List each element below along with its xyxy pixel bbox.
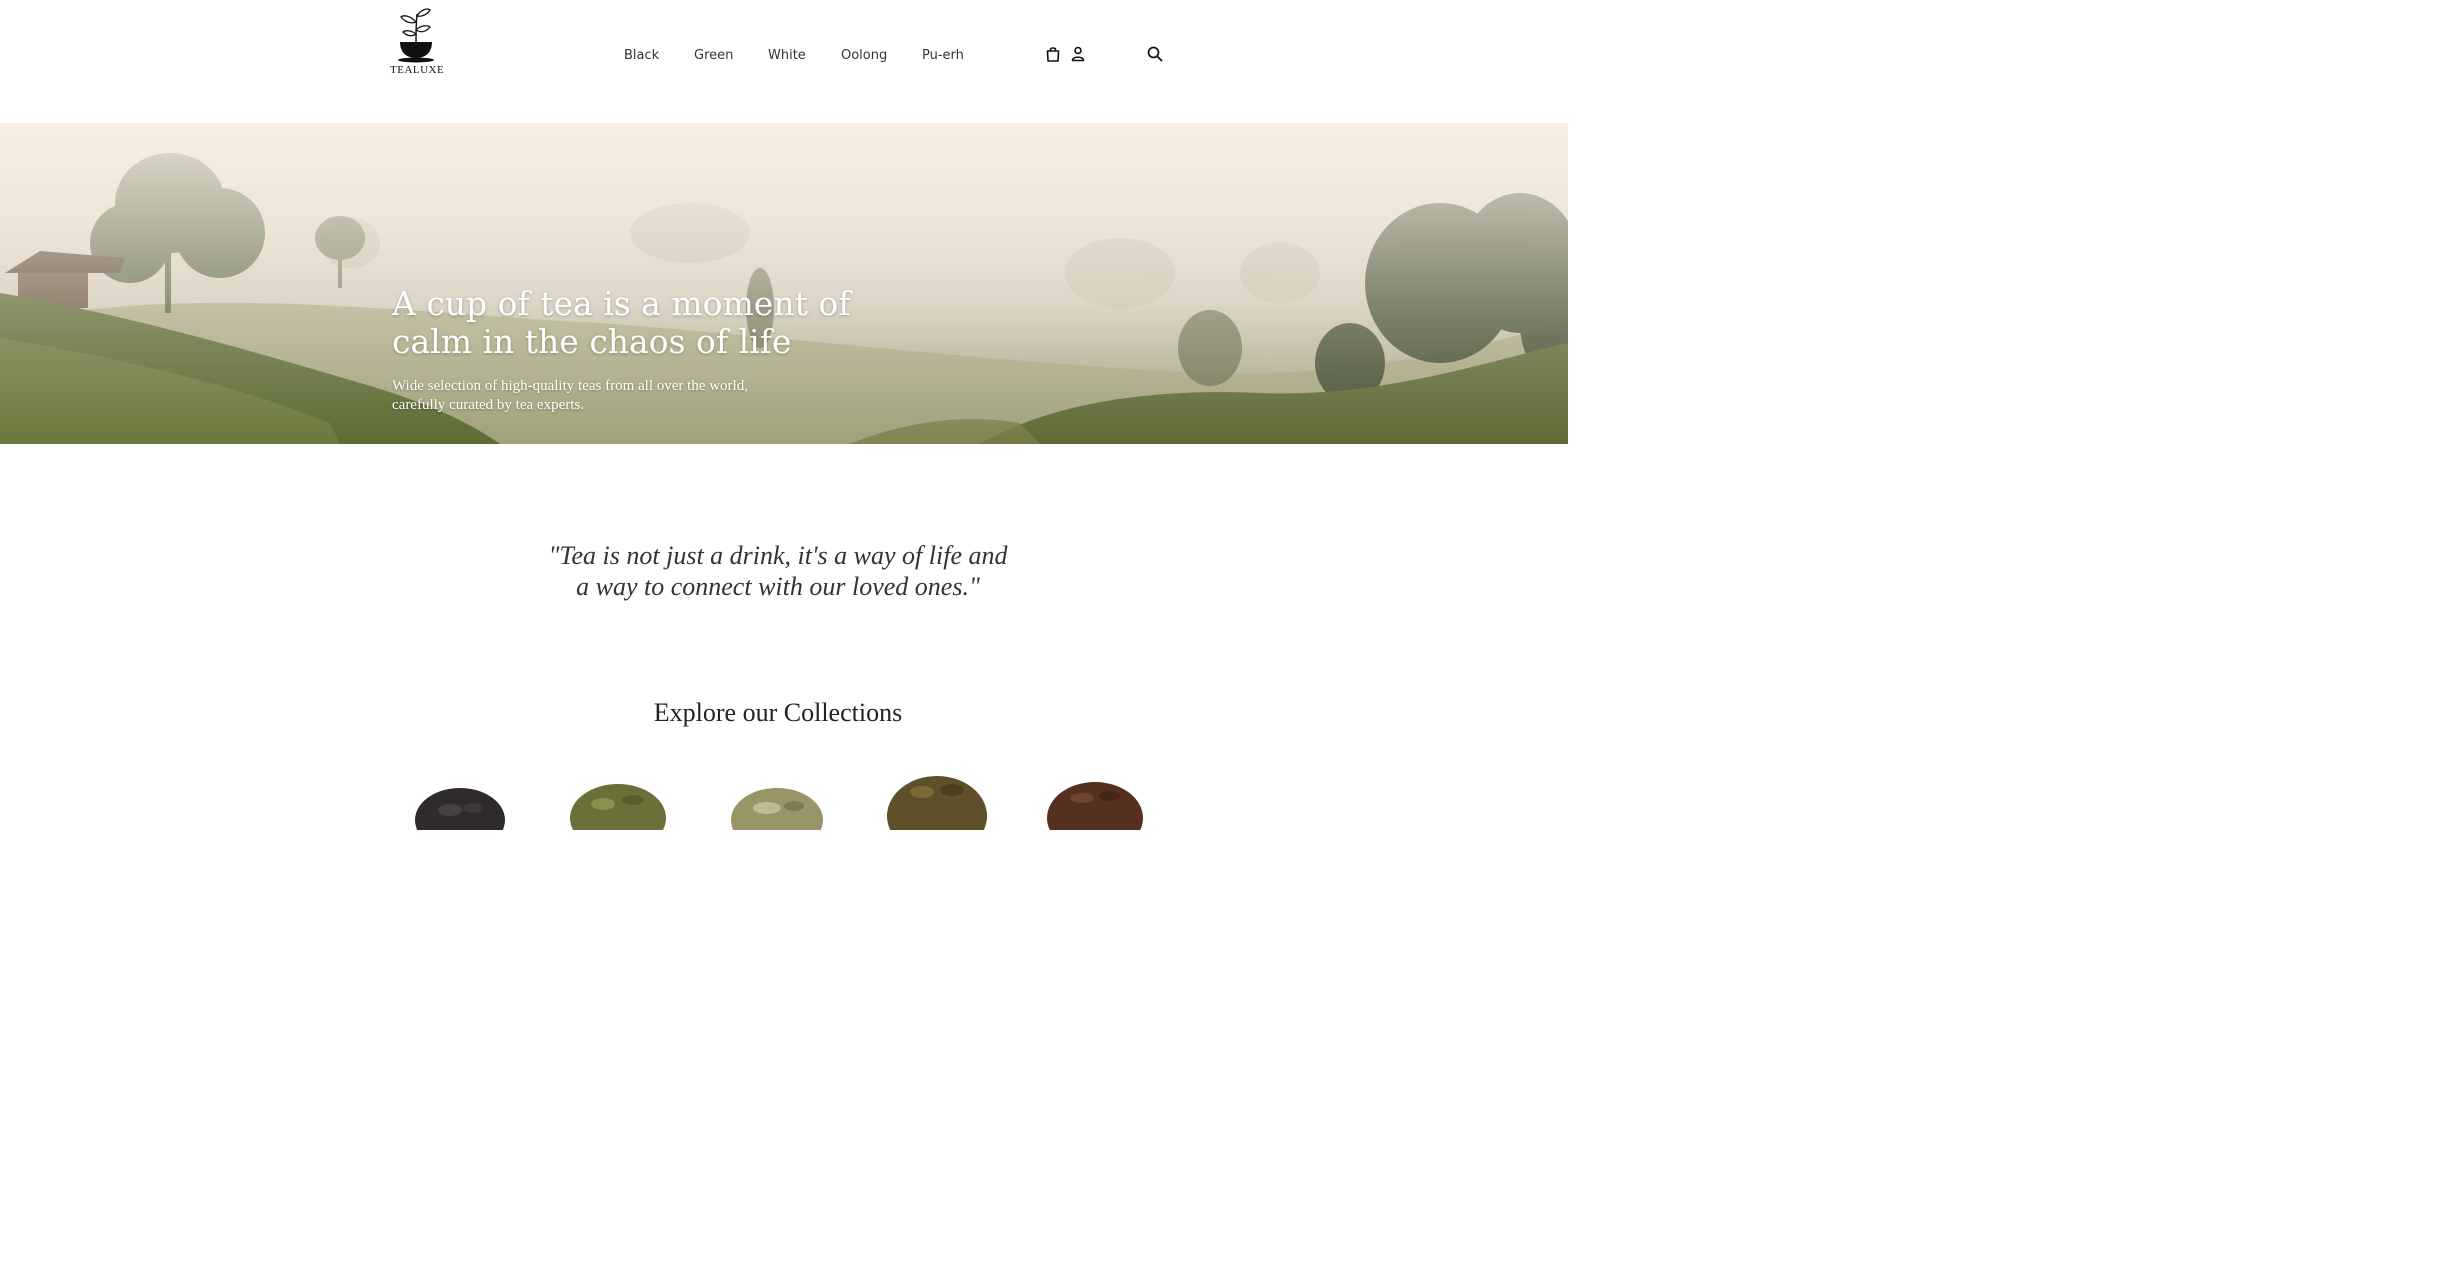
teacup-with-leaves-icon (398, 8, 434, 63)
pu-erh-tea-leaves-image (1047, 782, 1143, 830)
collection-black-tea[interactable] (405, 770, 515, 830)
search-button[interactable] (1146, 45, 1164, 63)
nav-item-pu-erh[interactable]: Pu-erh (922, 48, 964, 63)
hero-banner: A cup of tea is a moment of calm in the … (0, 123, 1568, 444)
oolong-tea-leaves-image (887, 776, 987, 830)
cart-button[interactable] (1044, 45, 1062, 63)
brand-name: TEALUXE (390, 64, 445, 76)
nav-item-green[interactable]: Green (694, 48, 733, 63)
nav-item-oolong[interactable]: Oolong (841, 48, 887, 63)
collection-pu-erh-tea[interactable] (1040, 770, 1150, 830)
white-tea-leaves-image (731, 788, 823, 830)
collection-green-tea[interactable] (563, 770, 673, 830)
hero-title: A cup of tea is a moment of calm in the … (392, 284, 851, 361)
account-button[interactable] (1069, 45, 1087, 63)
collections-heading: Explore our Collections (653, 698, 903, 727)
green-tea-leaves-image (570, 784, 666, 830)
collection-white-tea[interactable] (722, 770, 832, 830)
collection-oolong-tea[interactable] (882, 770, 992, 830)
brand-logo[interactable]: TEALUXE (390, 6, 445, 78)
site-header: TEALUXE Black Green White Oolong Pu-erh (0, 0, 1568, 123)
hero-subtitle: Wide selection of high-quality teas from… (392, 378, 748, 413)
tea-quote: "Tea is not just a drink, it's a way of … (548, 541, 1008, 601)
nav-item-white[interactable]: White (768, 48, 806, 63)
black-tea-leaves-image (415, 788, 505, 830)
search-icon (1147, 46, 1163, 62)
shopping-bag-icon (1046, 47, 1060, 62)
user-icon (1071, 46, 1085, 62)
nav-item-black[interactable]: Black (624, 48, 659, 63)
